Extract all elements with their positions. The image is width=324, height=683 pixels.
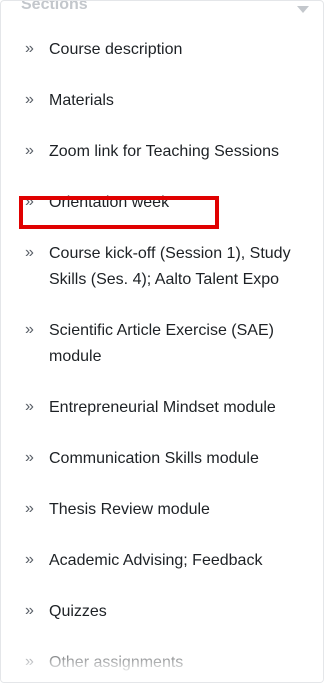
double-chevron-right-icon: » [25, 91, 34, 108]
section-item-label[interactable]: Academic Advising; Feedback [49, 548, 305, 574]
section-item-label[interactable]: Thesis Review module [49, 497, 305, 523]
double-chevron-right-icon: » [25, 321, 34, 338]
section-item-label[interactable]: Quizzes [49, 599, 305, 625]
section-item-materials[interactable]: » Materials [1, 88, 323, 139]
section-item-label[interactable]: Entrepreneurial Mindset module [49, 395, 305, 421]
section-item-academic-advising[interactable]: » Academic Advising; Feedback [1, 548, 323, 599]
section-item-label[interactable]: Zoom link for Teaching Sessions [49, 139, 305, 165]
section-item-entrepreneurial-mindset[interactable]: » Entrepreneurial Mindset module [1, 395, 323, 446]
double-chevron-right-icon: » [25, 244, 34, 261]
double-chevron-right-icon: » [25, 500, 34, 517]
section-list: » Course description » Materials » Zoom … [1, 37, 323, 682]
section-item-course-description[interactable]: » Course description [1, 37, 323, 88]
sections-header[interactable]: Sections [1, 1, 323, 27]
double-chevron-right-icon: » [25, 142, 34, 159]
double-chevron-right-icon: » [25, 398, 34, 415]
section-item-label[interactable]: Other assignments [49, 650, 305, 676]
section-item-sae-module[interactable]: » Scientific Article Exercise (SAE) modu… [1, 318, 323, 395]
sections-panel: Sections » Course description » Material… [0, 0, 324, 683]
double-chevron-right-icon: » [25, 653, 34, 670]
section-item-thesis-review[interactable]: » Thesis Review module [1, 497, 323, 548]
section-item-label[interactable]: Communication Skills module [49, 446, 305, 472]
double-chevron-right-icon: » [25, 551, 34, 568]
section-item-label[interactable]: Course description [49, 37, 305, 63]
section-item-other-assignments[interactable]: » Other assignments [1, 650, 323, 682]
sections-title: Sections [21, 0, 88, 13]
section-item-label[interactable]: Course kick-off (Session 1), Study Skill… [49, 241, 305, 293]
double-chevron-right-icon: » [25, 449, 34, 466]
section-item-course-kick-off[interactable]: » Course kick-off (Session 1), Study Ski… [1, 241, 323, 318]
double-chevron-right-icon: » [25, 602, 34, 619]
chevron-down-icon[interactable] [297, 6, 309, 13]
section-item-label[interactable]: Materials [49, 88, 305, 114]
double-chevron-right-icon: » [25, 40, 34, 57]
section-item-zoom-link[interactable]: » Zoom link for Teaching Sessions [1, 139, 323, 190]
section-item-communication-skills[interactable]: » Communication Skills module [1, 446, 323, 497]
section-item-quizzes[interactable]: » Quizzes [1, 599, 323, 650]
highlight-box [19, 196, 219, 229]
section-item-label[interactable]: Scientific Article Exercise (SAE) module [49, 318, 305, 370]
